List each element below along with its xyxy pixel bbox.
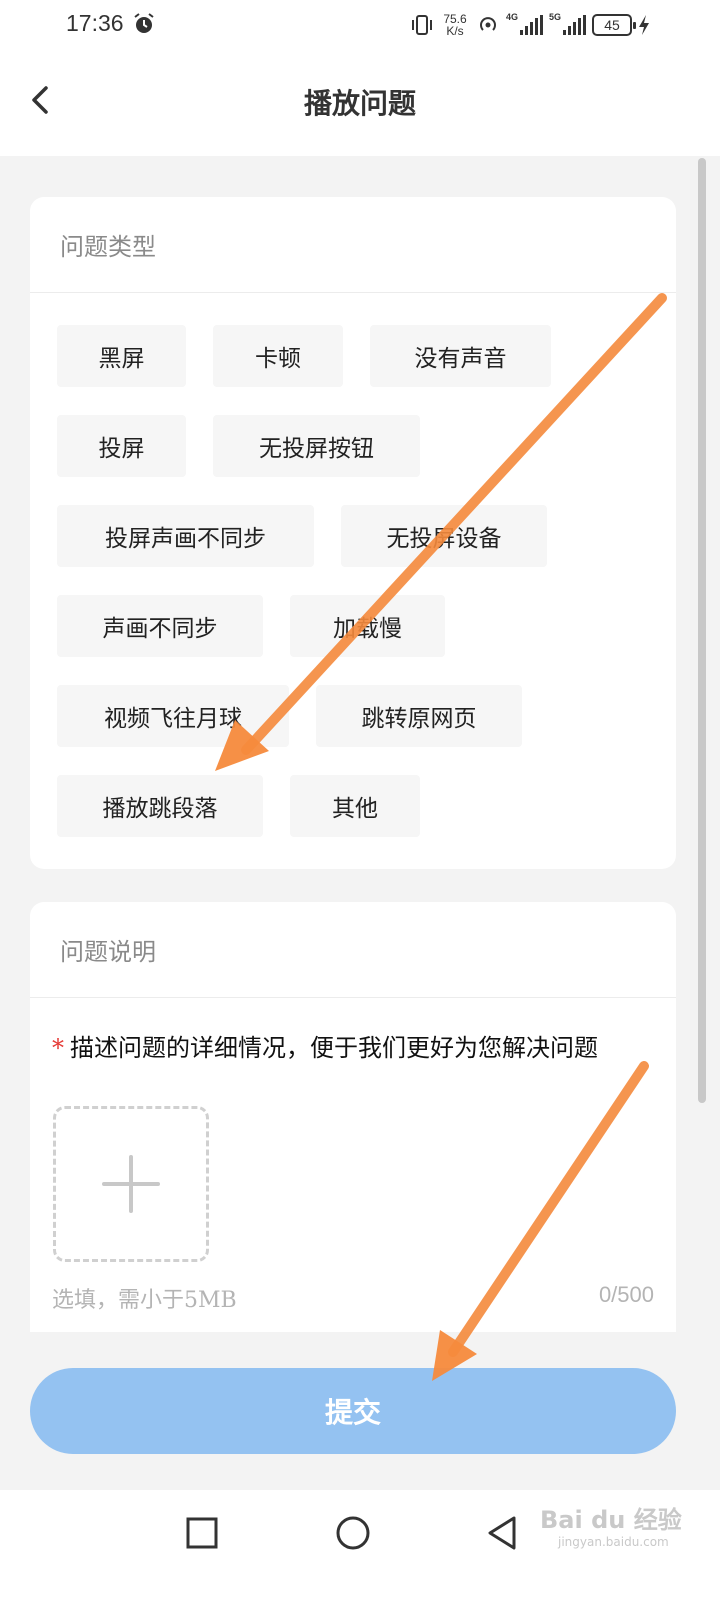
option-cast-av-desync[interactable]: 投屏声画不同步 — [57, 505, 314, 567]
description-placeholder: 描述问题的详细情况，便于我们更好为您解决问题 — [70, 1034, 598, 1062]
network-speed: 75.6 K/s — [440, 13, 470, 37]
option-slow-loading[interactable]: 加载慢 — [290, 595, 445, 657]
app-header: 播放问题 — [0, 50, 720, 156]
option-playback-skips[interactable]: 播放跳段落 — [57, 775, 263, 837]
option-no-sound[interactable]: 没有声音 — [370, 325, 551, 387]
problem-desc-card: 问题说明 * 描述问题的详细情况，便于我们更好为您解决问题 选填，需小于5MB 0… — [30, 902, 676, 1332]
watermark-brand: Bai du 经验 — [540, 1506, 682, 1534]
option-video-to-moon[interactable]: 视频飞往月球 — [57, 685, 289, 747]
battery-icon: 45 — [592, 14, 636, 36]
description-input[interactable]: * 描述问题的详细情况，便于我们更好为您解决问题 — [52, 1028, 598, 1063]
status-bar: 17:36 75.6 K/s 4G 5G 45 — [0, 0, 720, 50]
problem-type-card: 问题类型 黑屏 卡顿 没有声音 投屏 无投屏按钮 投屏声画不同步 无投屏设备 声… — [30, 197, 676, 869]
sim1-tech-label: 4G — [506, 12, 519, 22]
vibrate-icon — [412, 15, 432, 35]
sim2-tech-label: 5G — [549, 12, 562, 22]
required-mark: * — [52, 1034, 64, 1062]
option-no-cast-button[interactable]: 无投屏按钮 — [213, 415, 420, 477]
option-jump-original-page[interactable]: 跳转原网页 — [316, 685, 522, 747]
charging-icon — [639, 15, 649, 35]
option-cast-screen[interactable]: 投屏 — [57, 415, 186, 477]
option-black-screen[interactable]: 黑屏 — [57, 325, 186, 387]
problem-desc-heading: 问题说明 — [30, 902, 676, 998]
option-stutter[interactable]: 卡顿 — [213, 325, 343, 387]
status-time: 17:36 — [66, 10, 124, 36]
alarm-clock-icon — [134, 13, 154, 33]
plus-icon — [102, 1155, 160, 1213]
scrollbar[interactable] — [698, 158, 706, 1103]
baidu-jingyan-watermark: Bai du 经验 jingyan.baidu.com — [540, 1500, 682, 1549]
char-counter: 0/500 — [598, 1282, 654, 1307]
watermark-url: jingyan.baidu.com — [558, 1535, 669, 1549]
network-speed-unit: K/s — [446, 24, 464, 38]
option-other[interactable]: 其他 — [290, 775, 420, 837]
battery-level: 45 — [604, 17, 620, 33]
status-icons: 75.6 K/s 4G 5G 45 — [410, 8, 650, 42]
sim2-signal-icon: 5G — [549, 12, 586, 35]
hotspot-icon — [480, 17, 496, 31]
upload-hint: 选填，需小于5MB — [52, 1288, 237, 1313]
back-nav-button[interactable] — [478, 1508, 528, 1558]
submit-button[interactable]: 提交 — [30, 1368, 676, 1454]
option-av-desync[interactable]: 声画不同步 — [57, 595, 263, 657]
recent-apps-button[interactable] — [177, 1508, 227, 1558]
sim1-signal-icon: 4G — [506, 12, 543, 35]
page-title: 播放问题 — [303, 87, 416, 120]
upload-image-button[interactable] — [53, 1106, 209, 1262]
problem-type-heading: 问题类型 — [30, 197, 676, 293]
home-button[interactable] — [328, 1508, 378, 1558]
option-no-cast-device[interactable]: 无投屏设备 — [341, 505, 547, 567]
